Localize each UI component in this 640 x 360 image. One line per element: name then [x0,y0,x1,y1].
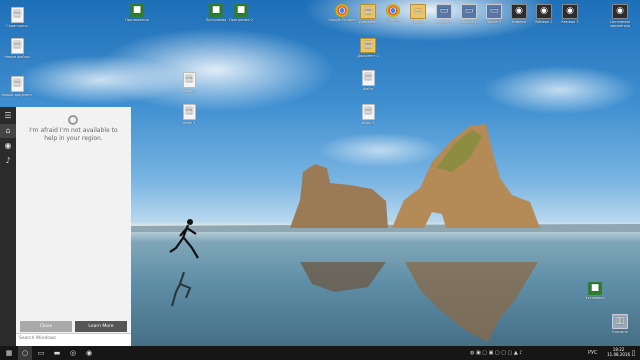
desktop-icon-label: Скриншоты [6,24,28,28]
desktop-icon-label: Программа 2 [229,18,253,22]
settings-icon: ◉ [612,4,628,19]
clock[interactable]: 18:22 11.08.2016 [607,347,630,357]
screen-icon: ▭ [461,4,477,19]
cortana-taskbar-icon[interactable]: ○ [18,346,32,360]
desktop-icon[interactable]: ▤ Документ 2 [351,38,385,58]
home-icon[interactable]: ⌂ [0,124,16,138]
desktop-icon[interactable]: ◉ Системные параметры [603,4,637,28]
desktop-icon-label: Файл 3 [182,89,196,93]
desktop-icon[interactable]: ■ Приложение [120,4,154,22]
document-icon: ▤ [361,70,375,86]
screen-icon: ▭ [436,4,452,19]
camera-icon: ◉ [536,4,552,19]
desktop-icon-label: Системные параметры [609,20,631,28]
camera-icon: ◉ [511,4,527,19]
document-icon: ▤ [182,104,196,120]
desktop-icon-label: Новые файлы [4,55,30,59]
cortana-circle-icon [68,115,78,125]
document-icon: ▤ [10,38,24,54]
language-indicator[interactable]: РУС [588,346,598,360]
task-view-icon[interactable]: ▭ [34,346,48,360]
close-button[interactable]: Close [20,321,72,332]
explorer-icon[interactable]: ▬ [50,346,64,360]
clock-date: 11.08.2016 [607,352,630,357]
taskbar: ▦ ○ ▭ ▬ ◎ ◉ ◍ ▣ ▢ ▣ ▢ ▢ ▢ ▲ ♪ РУС 18:22 … [0,346,640,360]
desktop-icon[interactable]: ■ Установка [578,282,612,300]
document-icon: ▤ [10,7,24,23]
chrome-icon [386,4,400,17]
reminders-icon[interactable]: ♪ [0,154,16,168]
search-input[interactable]: Search Windows [16,333,131,346]
desktop-icon[interactable]: ▤ Новый документ [0,76,34,97]
media-app-icon[interactable]: ◉ [82,346,96,360]
app-icon: ■ [588,282,602,295]
desktop-icon[interactable]: ◉ Камера 3 [553,4,587,24]
recycle-bin-icon: ▥ [612,314,628,329]
desktop-icon-label: Файл 4 [182,121,196,125]
desktop-icon[interactable]: ▤ Файл 4 [172,104,206,125]
notebook-icon[interactable]: ◉ [0,139,16,153]
desktop-icon-label: Установка [585,296,605,300]
folder-icon: ▤ [360,4,376,19]
desktop-icon-label: Приложение [125,18,149,22]
notifications-icon[interactable]: ▯ [629,346,638,360]
desktop-icon[interactable]: ■ Программа 2 [224,4,258,22]
desktop-icon-label: Новый документ [1,93,33,97]
desktop-icon-label: Файл [363,87,373,91]
desktop-icon-label: Документ 2 [357,54,379,58]
app-icon: ■ [234,4,248,17]
folder-icon: ▭ [410,4,426,19]
chrome-taskbar-icon[interactable]: ◎ [66,346,80,360]
document-icon: ▤ [182,72,196,88]
desktop-icon[interactable]: ▥ Корзина [603,314,637,334]
cortana-panel: I'm afraid I'm not available to help in … [16,107,131,346]
hamburger-menu-icon[interactable]: ☰ [0,109,16,123]
desktop-icon[interactable]: ▤ Файл 3 [172,72,206,93]
desktop-icon-label: Файл 2 [361,121,375,125]
search-placeholder: Search Windows [19,336,56,341]
app-icon: ■ [130,4,144,17]
system-tray: ◍ ▣ ▢ ▣ ▢ ▢ ▢ ▲ ♪ [470,350,523,356]
folder-icon: ▤ [360,38,376,53]
app-icon: ■ [209,4,223,17]
desktop-icon[interactable]: ▤ Скриншоты [0,7,34,28]
cortana-message: I'm afraid I'm not available to help in … [29,127,118,142]
screen-icon: ▭ [486,4,502,19]
desktop-icon[interactable]: ▤ Файл [351,70,385,91]
learn-more-button[interactable]: Learn More [75,321,127,332]
desktop-icon-label: Камера 3 [561,20,579,24]
camera-icon: ◉ [562,4,578,19]
document-icon: ▤ [10,76,24,92]
start-windows-icon[interactable]: ▦ [2,346,16,360]
desktop-icon[interactable]: ▤ Файл 2 [351,104,385,125]
chrome-icon [335,4,349,17]
document-icon: ▤ [361,104,375,120]
cortana-sidebar: ☰ ⌂ ◉ ♪ [0,107,16,346]
desktop-icon-label: Корзина [612,330,628,334]
desktop-icon[interactable]: ▤ Новые файлы [0,38,34,59]
